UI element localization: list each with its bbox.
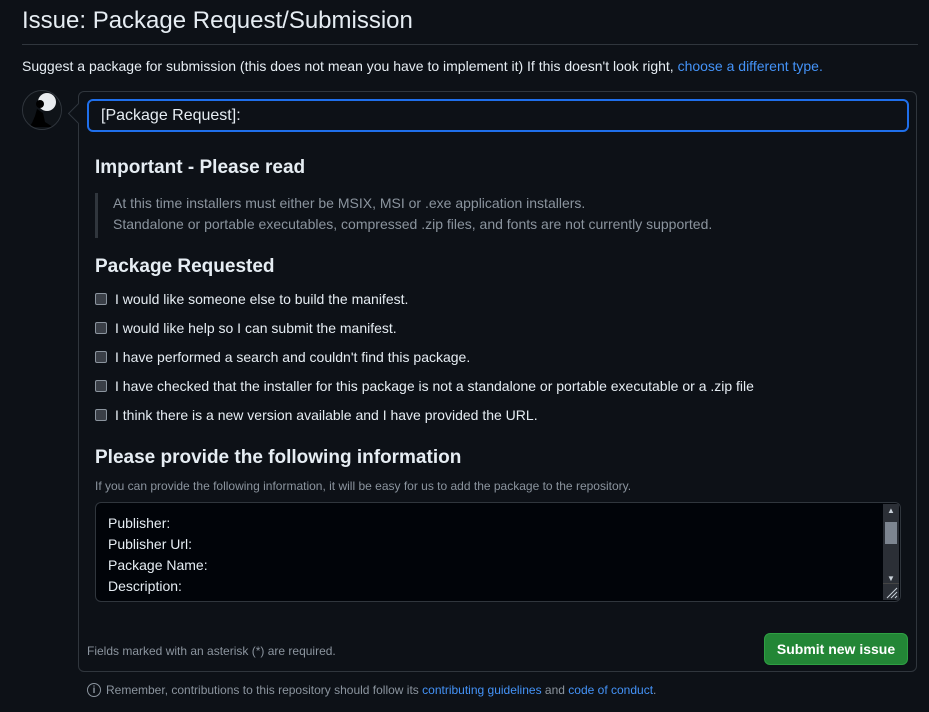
choose-different-type-link[interactable]: choose a different type. (678, 58, 823, 74)
textarea-line: Publisher Url: (108, 536, 193, 552)
contributing-guidelines-link[interactable]: contributing guidelines (422, 683, 541, 697)
info-textarea[interactable]: Publisher: Publisher Url: Package Name: … (95, 502, 901, 602)
notice-line: Standalone or portable executables, comp… (113, 216, 713, 232)
checkbox-option[interactable]: I have performed a search and couldn't f… (95, 348, 470, 366)
submit-new-issue-button[interactable]: Submit new issue (764, 633, 908, 665)
textarea-line: Description: (108, 578, 182, 594)
subtitle-text: Suggest a package for submission (this d… (22, 58, 674, 74)
info-hint: If you can provide the following informa… (95, 479, 632, 493)
period-text: . (653, 683, 657, 697)
title-divider (22, 44, 918, 45)
info-icon: i (87, 683, 101, 697)
code-of-conduct-link[interactable]: code of conduct (568, 683, 653, 697)
checkbox[interactable] (95, 293, 107, 305)
resize-grip-icon[interactable] (883, 583, 899, 600)
important-heading: Important - Please read (95, 157, 306, 178)
textarea-content[interactable]: Publisher: Publisher Url: Package Name: … (108, 513, 208, 597)
checkbox-option[interactable]: I would like someone else to build the m… (95, 290, 408, 308)
checkbox-label: I think there is a new version available… (115, 407, 538, 423)
package-requested-heading: Package Requested (95, 256, 275, 277)
avatar-image (23, 91, 61, 129)
scroll-down-icon[interactable]: ▼ (887, 574, 895, 583)
page-subtitle: Suggest a package for submission (this d… (22, 57, 823, 75)
checkbox-label: I have performed a search and couldn't f… (115, 349, 471, 365)
textarea-line: Publisher: (108, 515, 171, 531)
checkbox-option[interactable]: I have checked that the installer for th… (95, 377, 754, 395)
checkbox-label: I have checked that the installer for th… (115, 378, 754, 394)
contribution-text: Remember, contributions to this reposito… (106, 683, 419, 697)
required-fields-note: Fields marked with an asterisk (*) are r… (87, 644, 336, 658)
important-notice: At this time installers must either be M… (95, 193, 712, 238)
checkbox[interactable] (95, 351, 107, 363)
avatar[interactable] (22, 90, 62, 130)
checkbox-label: I would like help so I can submit the ma… (115, 320, 397, 336)
contribution-note: i Remember, contributions to this reposi… (87, 683, 656, 697)
checkbox-option[interactable]: I think there is a new version available… (95, 406, 538, 424)
info-heading: Please provide the following information (95, 447, 462, 468)
checkbox[interactable] (95, 409, 107, 421)
checkbox-option[interactable]: I would like help so I can submit the ma… (95, 319, 397, 337)
and-text: and (544, 683, 565, 697)
scroll-up-icon[interactable]: ▲ (887, 506, 895, 515)
page-title: Issue: Package Request/Submission (22, 7, 413, 34)
checkbox-label: I would like someone else to build the m… (115, 291, 409, 307)
notice-line: At this time installers must either be M… (113, 195, 586, 211)
checkbox[interactable] (95, 380, 107, 392)
textarea-line: Package Name: (108, 557, 208, 573)
textarea-scrollbar[interactable]: ▲ ▼ (883, 504, 899, 585)
issue-title-input[interactable] (87, 99, 909, 132)
checkbox[interactable] (95, 322, 107, 334)
scroll-thumb[interactable] (885, 522, 897, 544)
